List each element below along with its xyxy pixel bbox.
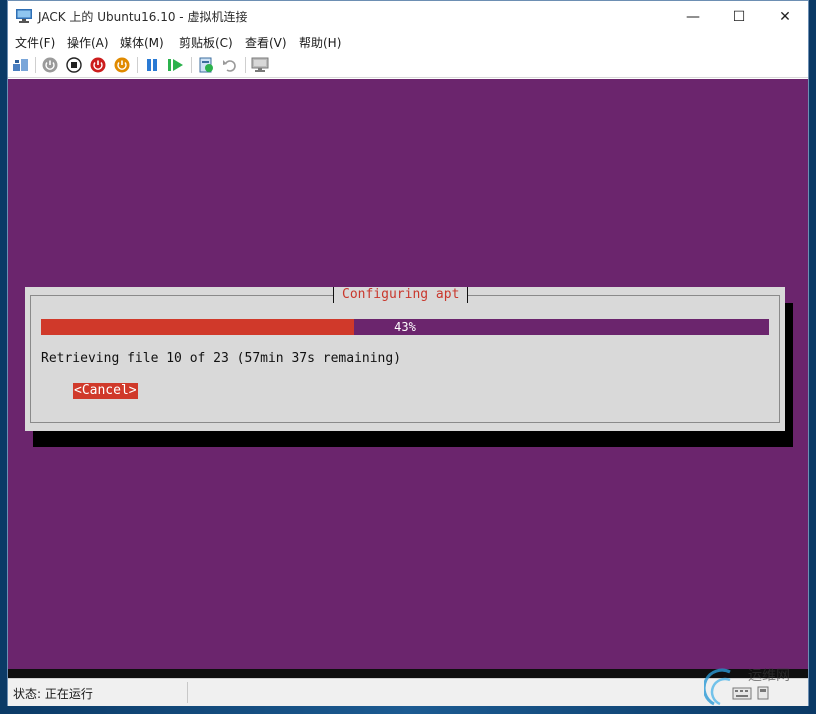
configuring-apt-dialog: Configuring apt 43% Retrieving file 10 o… [25,287,785,431]
revert-icon[interactable] [221,56,239,74]
toolbar [8,52,808,78]
toolbar-separator [245,57,246,73]
turn-off-icon[interactable] [65,56,83,74]
progress-bar: 43% [41,319,769,335]
toolbar-separator [191,57,192,73]
vm-display-bottom [8,669,808,678]
checkpoint-icon[interactable] [197,56,215,74]
status-bar: 状态: 正在运行 [8,678,808,706]
toolbar-separator [35,57,36,73]
shut-down-icon[interactable] [89,56,107,74]
menu-bar: 文件(F) 操作(A) 媒体(M) 剪贴板(C) 查看(V) 帮助(H) [8,32,808,52]
vm-connection-icon [16,9,32,23]
vm-connection-window: JACK 上的 Ubuntu16.10 - 虚拟机连接 — ☐ ✕ 文件(F) … [7,0,809,706]
title-bar: JACK 上的 Ubuntu16.10 - 虚拟机连接 — ☐ ✕ [8,1,808,32]
menu-file[interactable]: 文件(F) [15,34,55,51]
status-text: 状态: 正在运行 [13,687,93,701]
start-icon[interactable] [41,56,59,74]
enhanced-session-icon[interactable] [251,56,269,74]
progress-label: 43% [394,320,416,334]
menu-action[interactable]: 操作(A) [67,34,109,51]
status-divider [187,682,188,703]
retrieving-status: Retrieving file 10 of 23 (57min 37s rema… [41,351,402,366]
toolbar-separator [137,57,138,73]
ctrl-alt-del-icon[interactable] [12,56,30,74]
close-button[interactable]: ✕ [762,1,808,32]
menu-help[interactable]: 帮助(H) [299,34,341,51]
resume-icon[interactable] [167,56,185,74]
menu-media[interactable]: 媒体(M) [120,34,164,51]
window-title: JACK 上的 Ubuntu16.10 - 虚拟机连接 [38,10,248,24]
menu-clipboard[interactable]: 剪贴板(C) [179,34,233,51]
maximize-button[interactable]: ☐ [716,1,762,32]
minimize-button[interactable]: — [670,1,716,32]
pause-icon[interactable] [143,56,161,74]
vm-display[interactable]: Configuring apt 43% Retrieving file 10 o… [8,79,808,669]
save-state-icon[interactable] [113,56,131,74]
watermark-logo: 运维网 [704,668,790,706]
watermark-text: 运维网 [748,668,790,684]
cancel-button[interactable]: <Cancel> [73,383,138,399]
dialog-title: Configuring apt [333,287,469,303]
menu-view[interactable]: 查看(V) [245,34,287,51]
